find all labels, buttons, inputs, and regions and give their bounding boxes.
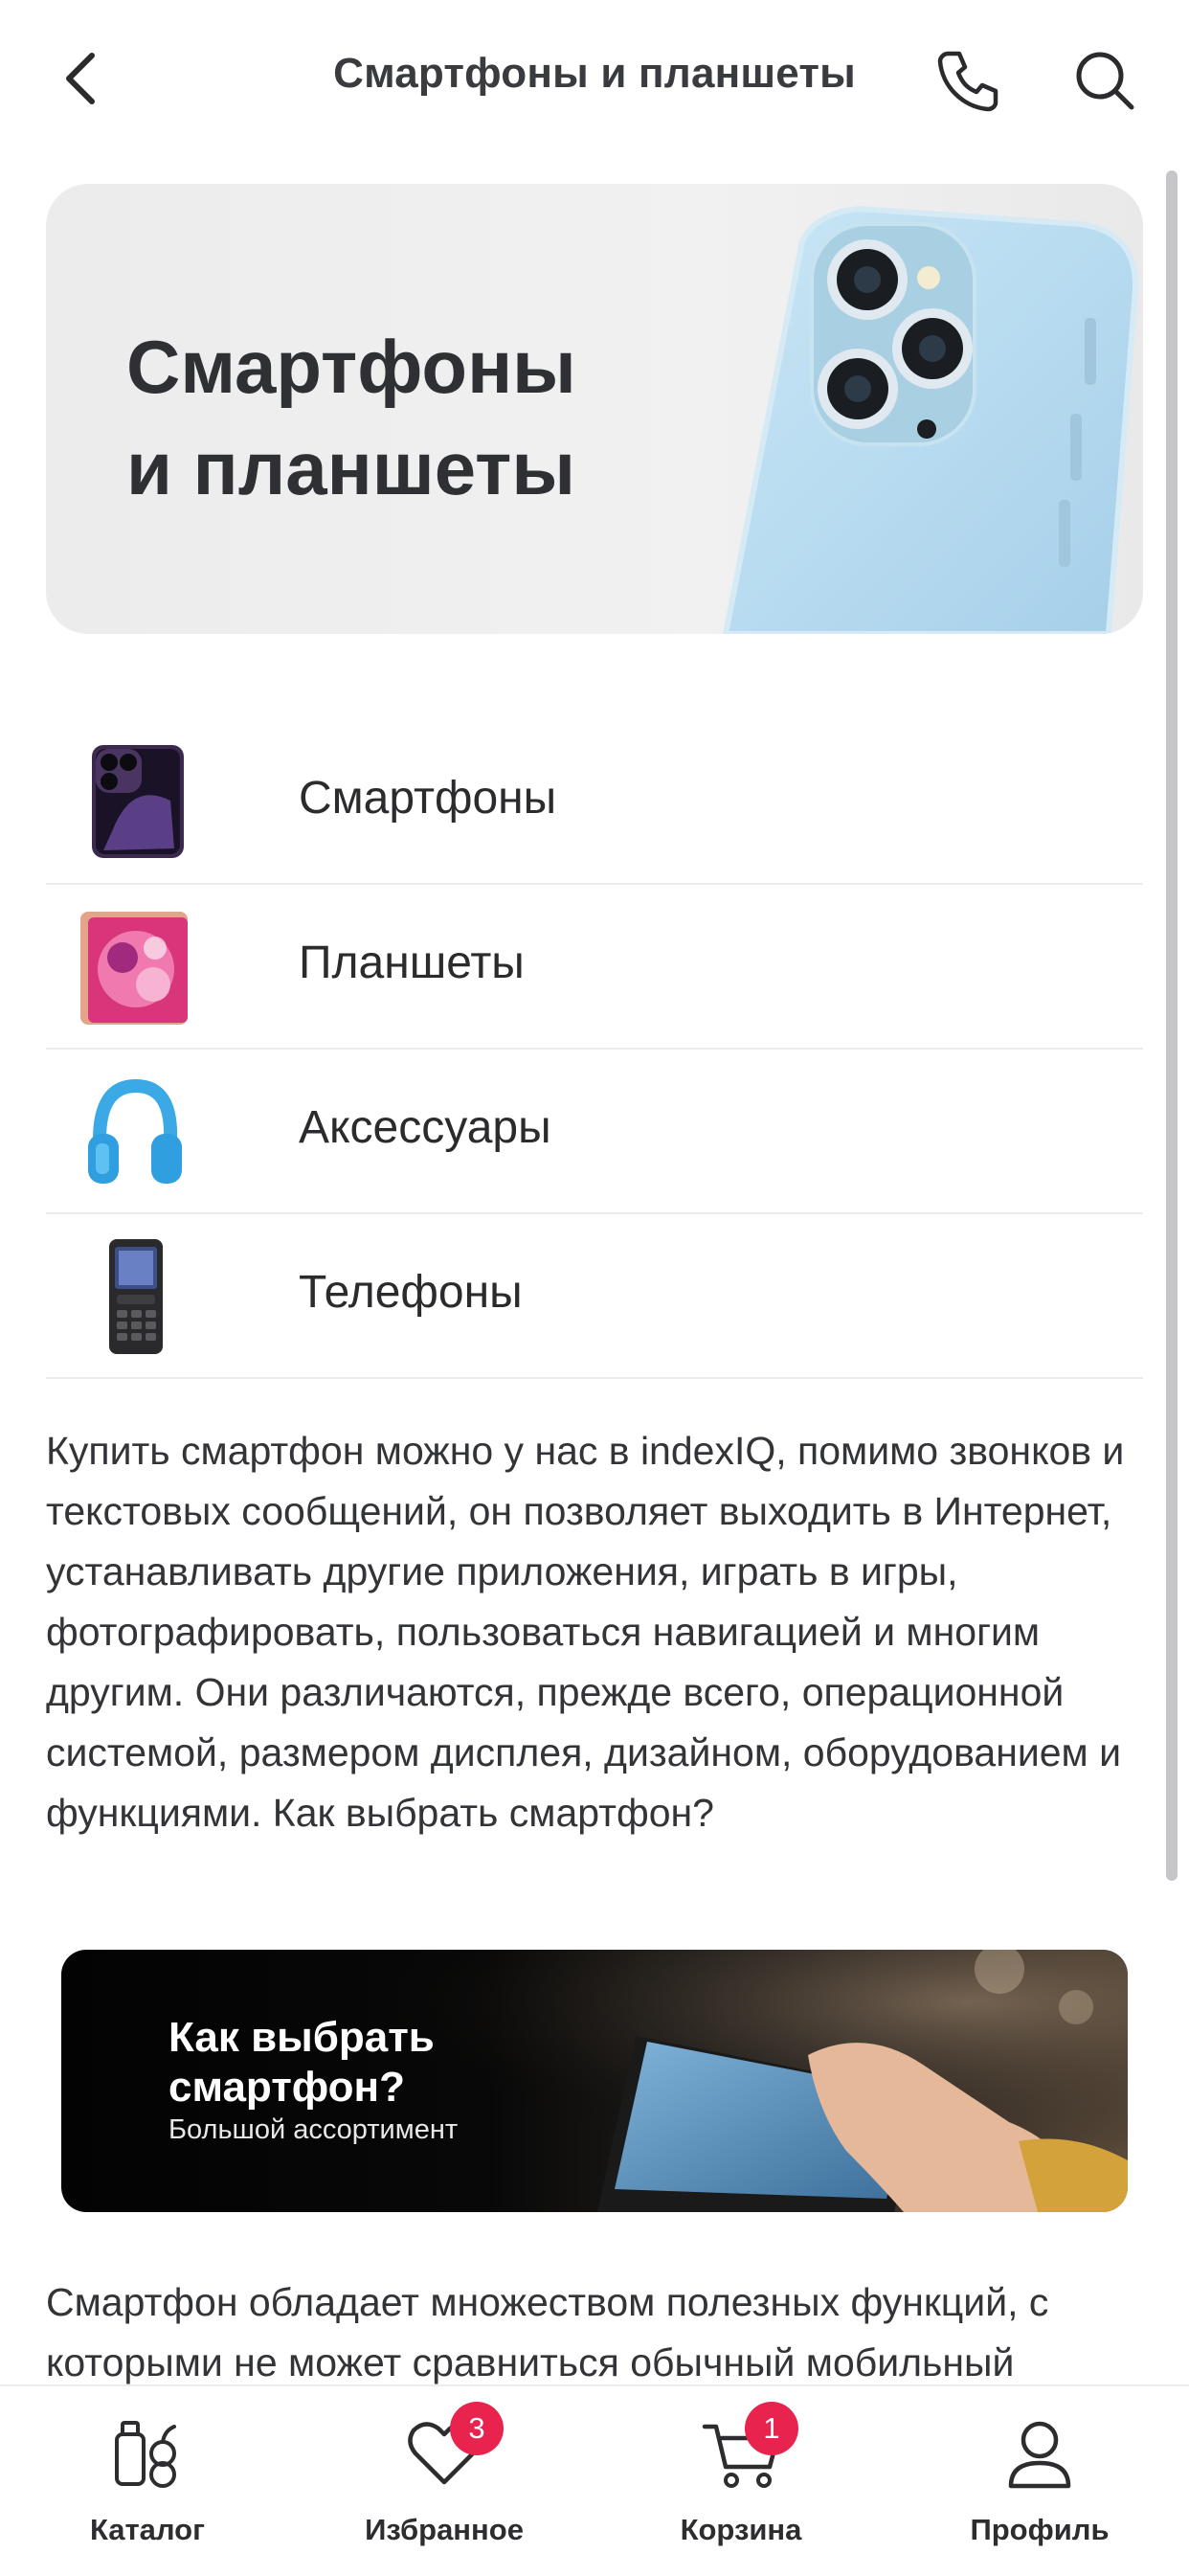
- tab-label: Каталог: [89, 2513, 206, 2546]
- search-icon[interactable]: [1072, 48, 1137, 113]
- article-paragraph: Купить смартфон можно у нас в indexIQ, п…: [46, 1429, 1125, 1835]
- tablet-thumbnail: [80, 912, 188, 1025]
- smartphone-hero-image: [722, 205, 1139, 634]
- category-label: Телефоны: [299, 1267, 523, 1318]
- promo-banner-how-to-choose[interactable]: Как выбрать смартфон? Большой ассортимен…: [61, 1950, 1128, 2212]
- favorites-count-badge: 3: [450, 2402, 504, 2455]
- tab-label: Профиль: [970, 2513, 1110, 2546]
- profile-icon: [1008, 2421, 1071, 2489]
- promo-subtitle: Большой ассортимент: [168, 2114, 459, 2145]
- catalog-icon: [115, 2421, 176, 2488]
- scrollbar[interactable]: [1166, 170, 1178, 1881]
- category-item-phones[interactable]: Телефоны: [46, 1214, 1143, 1379]
- hero-title: Смартфоны и планшеты: [126, 325, 576, 510]
- category-list: Смартфоны Планшеты Аксессуары Телефоны: [46, 720, 1143, 1379]
- promo-title: Как выбрать смартфон?: [168, 2014, 435, 2111]
- category-item-tablets[interactable]: Планшеты: [46, 885, 1143, 1050]
- headphones-thumbnail: [88, 1078, 182, 1184]
- cart-count-badge: 1: [745, 2402, 798, 2455]
- tab-profile[interactable]: Профиль: [915, 2386, 1164, 2576]
- hero-banner[interactable]: Смартфоны и планшеты: [46, 184, 1143, 634]
- category-label: Аксессуары: [299, 1102, 551, 1153]
- phone-icon[interactable]: [934, 46, 1003, 115]
- feature-phone-thumbnail: [109, 1239, 163, 1354]
- bottom-tab-bar: Каталог 3 Избранное 1 Корзина Профиль: [0, 2384, 1189, 2576]
- tab-label: Корзина: [680, 2513, 802, 2546]
- article-paragraph: Смартфон обладает множеством полезных фу…: [46, 2280, 1049, 2384]
- tab-cart[interactable]: 1 Корзина: [617, 2386, 865, 2576]
- tab-label: Избранное: [365, 2513, 524, 2546]
- category-item-accessories[interactable]: Аксессуары: [46, 1050, 1143, 1214]
- top-app-bar: Смартфоны и планшеты: [0, 0, 1189, 159]
- category-item-smartphones[interactable]: Смартфоны: [46, 720, 1143, 885]
- tab-catalog[interactable]: Каталог: [23, 2386, 272, 2576]
- category-label: Смартфоны: [299, 773, 557, 824]
- category-label: Планшеты: [299, 938, 525, 988]
- tab-favorites[interactable]: 3 Избранное: [320, 2386, 569, 2576]
- page-title: Смартфоны и планшеты: [333, 50, 856, 97]
- smartphone-thumbnail: [92, 745, 184, 858]
